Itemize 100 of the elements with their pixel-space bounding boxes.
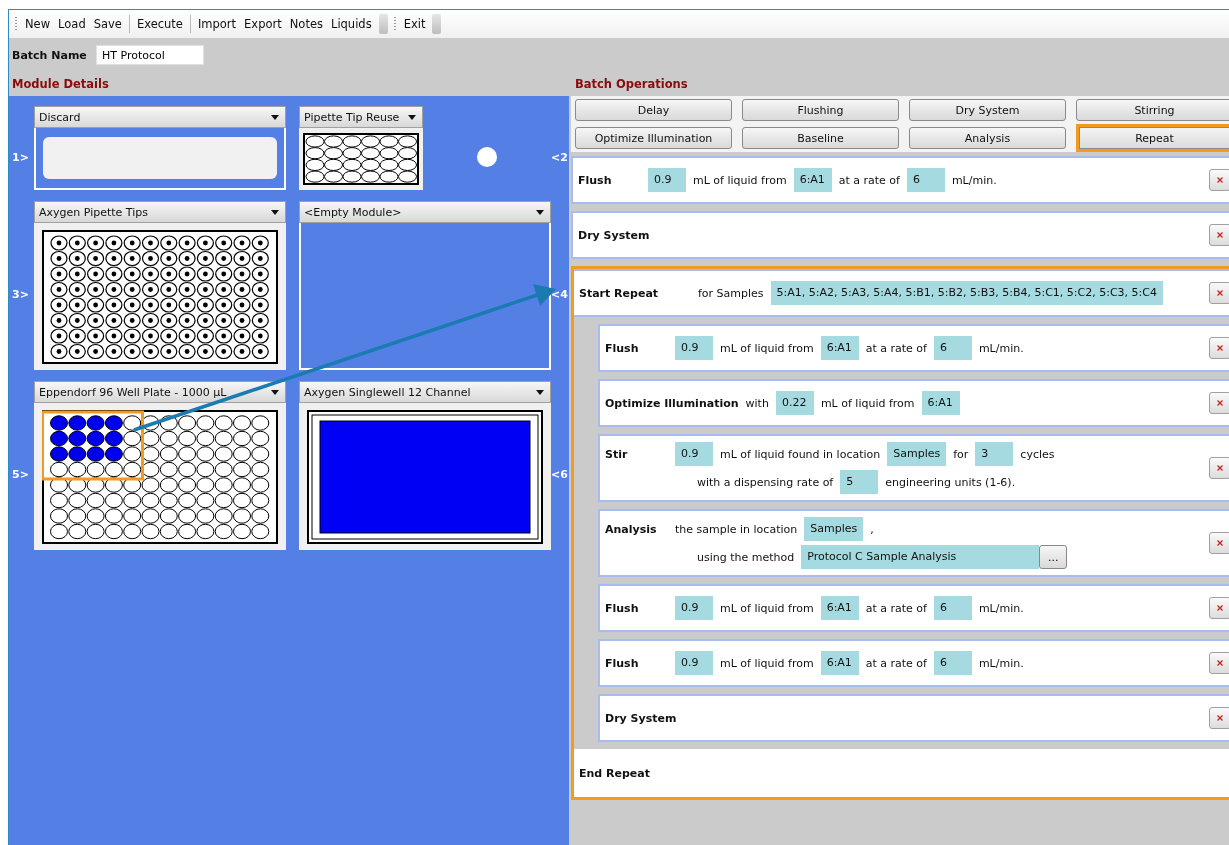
value-field[interactable]: 0.9 (648, 168, 686, 192)
slot-label: <2 (551, 150, 569, 164)
toolbar-grip[interactable] (393, 17, 396, 31)
batch-name-field[interactable]: HT Protocol (96, 45, 204, 65)
step-title: End Repeat (579, 766, 651, 780)
step-text: mL/min. (978, 601, 1024, 615)
value-field[interactable]: 6:A1 (820, 651, 859, 675)
operation-button[interactable]: Flushing (742, 99, 899, 121)
operation-button[interactable]: Optimize Illumination (575, 127, 732, 149)
value-field[interactable]: 0.9 (675, 336, 713, 360)
close-icon (1217, 465, 1223, 471)
batch-name-label: Batch Name (12, 48, 88, 62)
toolbar-overflow-button[interactable] (432, 14, 442, 34)
value-field[interactable]: 0.22 (775, 391, 814, 415)
value-field[interactable]: 0.9 (675, 596, 713, 620)
delete-button[interactable] (1209, 337, 1229, 359)
value-field[interactable]: 5:A1, 5:A2, 5:A3, 5:A4, 5:B1, 5:B2, 5:B3, 5:B4, 5:C1, 5:C2, 5:C3, 5:C4 (770, 281, 1163, 305)
delete-button[interactable] (1209, 597, 1229, 619)
step-text: , (870, 522, 874, 536)
method-field[interactable]: Protocol C Sample Analysis (801, 545, 1040, 569)
delete-button[interactable] (1209, 169, 1229, 191)
operation-button[interactable]: Repeat (1076, 124, 1229, 152)
caret-icon (271, 209, 279, 215)
toolbar-button[interactable]: Export (240, 15, 286, 33)
step-text: mL of liquid from (720, 601, 814, 615)
value-field[interactable]: 6:A1 (793, 168, 832, 192)
caret-icon (408, 114, 416, 120)
delete-button[interactable] (1209, 652, 1229, 674)
toolbar-button[interactable]: Exit (399, 15, 430, 33)
step-text: with (745, 396, 769, 410)
delete-button[interactable] (1209, 282, 1229, 304)
value-field[interactable]: 6:A1 (820, 336, 859, 360)
caret-icon (271, 389, 279, 395)
module-dropdown[interactable]: Axygen Singlewell 12 Channel (299, 381, 551, 403)
slot-label: 1> (11, 150, 30, 164)
value-field[interactable]: 6:A1 (820, 596, 859, 620)
operation-button[interactable]: Delay (575, 99, 732, 121)
step-text: mL of liquid found in location (720, 447, 881, 461)
value-field[interactable]: 6 (906, 168, 945, 192)
toolbar-button[interactable]: Liquids (326, 15, 376, 33)
toolbar-overflow-button[interactable] (378, 14, 388, 34)
slot-label: <6 (551, 468, 569, 481)
delete-button[interactable] (1209, 532, 1229, 554)
step-title: Dry System (578, 228, 650, 242)
close-icon (1217, 290, 1223, 296)
toolbar-button[interactable]: Notes (285, 15, 327, 33)
section-heading: Batch Operations (574, 76, 689, 93)
step-text: the sample in location (675, 522, 798, 536)
operation-button[interactable]: Stirring (1076, 99, 1229, 121)
close-icon (1217, 400, 1223, 406)
value-field[interactable]: 5 (840, 470, 879, 494)
step-text: mL/min. (951, 173, 997, 187)
delete-button[interactable] (1209, 707, 1229, 729)
step-title: Stir (605, 447, 629, 461)
value-field[interactable]: 6:A1 (921, 391, 960, 415)
slot-label: 5> (11, 468, 30, 481)
value-field[interactable]: Samples (804, 517, 864, 541)
toolbar-button[interactable]: Import (193, 15, 241, 33)
step-title: Flush (605, 656, 640, 670)
module-dropdown[interactable]: Eppendorf 96 Well Plate - 1000 µL (34, 381, 286, 403)
step-text: for (953, 447, 969, 461)
step-text: mL of liquid from (720, 341, 814, 355)
module-dropdown[interactable]: Discard (34, 106, 286, 128)
close-icon (1217, 660, 1223, 666)
value-field[interactable]: 6 (933, 651, 972, 675)
step-text: at a rate of (865, 656, 927, 670)
operation-button[interactable]: Analysis (909, 127, 1066, 149)
toolbar-button[interactable]: Load (54, 15, 90, 33)
step-title: Flush (605, 341, 640, 355)
operation-button[interactable]: Baseline (742, 127, 899, 149)
delete-button[interactable] (1209, 224, 1229, 246)
value-field[interactable]: 0.9 (675, 442, 713, 466)
toolbar-button[interactable]: New (21, 15, 55, 33)
operation-button[interactable]: Dry System (909, 99, 1066, 121)
step-text: mL of liquid from (720, 656, 814, 670)
step-text: cycles (1020, 447, 1055, 461)
step-title: Flush (605, 601, 640, 615)
caret-icon (271, 114, 279, 120)
close-icon (1217, 605, 1223, 611)
caret-icon (536, 209, 544, 215)
step-text: with a dispensing rate of (697, 475, 834, 489)
delete-button[interactable] (1209, 392, 1229, 414)
step-title: Flush (578, 173, 613, 187)
caret-icon (536, 389, 544, 395)
value-field[interactable]: 3 (975, 442, 1014, 466)
value-field[interactable]: 0.9 (675, 651, 713, 675)
step-text: for Samples (698, 286, 764, 300)
toolbar-button[interactable]: Save (89, 15, 126, 33)
slot-label: <4 (551, 288, 569, 301)
step-text: at a rate of (865, 341, 927, 355)
toolbar-button[interactable]: Execute (132, 15, 187, 33)
value-field[interactable]: 6 (933, 336, 972, 360)
module-dropdown[interactable]: Pipette Tip Reuse (299, 106, 423, 128)
browse-button[interactable]: ... (1039, 545, 1068, 569)
step-text: at a rate of (865, 601, 927, 615)
delete-button[interactable] (1209, 457, 1229, 479)
value-field[interactable]: Samples (887, 442, 947, 466)
module-dropdown[interactable]: Axygen Pipette Tips (34, 201, 286, 223)
value-field[interactable]: 6 (933, 596, 972, 620)
module-dropdown[interactable]: <Empty Module> (299, 201, 551, 223)
